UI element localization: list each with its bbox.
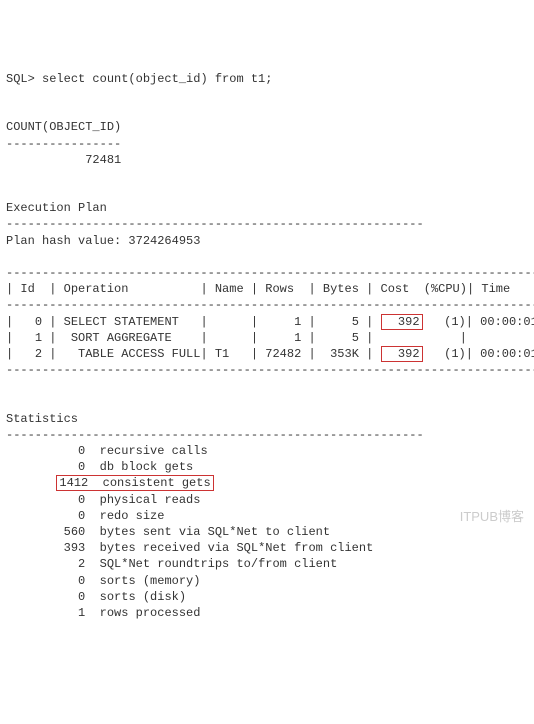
stat-value: 1 — [56, 606, 85, 620]
plan-col-cost: Cost — [381, 282, 410, 296]
stat-value: 560 — [56, 525, 85, 539]
plan-row-op: SORT AGGREGATE — [64, 331, 194, 345]
plan-row-rows: 72482 — [265, 347, 301, 361]
plan-row-cpu — [424, 331, 460, 345]
plan-row-cpu: (1) — [430, 347, 466, 361]
plan-row-cost-highlight: 392 — [381, 314, 423, 330]
stat-value: 393 — [56, 541, 85, 555]
plan-col-id: Id — [20, 282, 34, 296]
plan-title-divider: ----------------------------------------… — [6, 217, 424, 231]
stat-label: physical reads — [100, 493, 201, 507]
stat-label: db block gets — [100, 460, 194, 474]
plan-row-op: SELECT STATEMENT — [64, 315, 194, 329]
stat-value: 2 — [56, 557, 85, 571]
plan-row-id: 0 — [35, 315, 42, 329]
result-value: 72481 — [6, 153, 121, 167]
plan-col-rows: Rows — [265, 282, 294, 296]
plan-border-bottom: ----------------------------------------… — [6, 363, 534, 377]
plan-row-time — [474, 331, 532, 345]
stat-label: consistent gets — [103, 476, 211, 490]
plan-row-id: 1 — [35, 331, 42, 345]
stat-label: sorts (memory) — [100, 574, 201, 588]
stat-value: 0 — [56, 574, 85, 588]
plan-row-rows: 1 — [265, 315, 301, 329]
stat-value: 0 — [56, 493, 85, 507]
plan-row-time: 00:00:01 — [480, 347, 534, 361]
stat-highlight: 1412 consistent gets — [56, 475, 213, 491]
plan-row-cost-highlight: 392 — [381, 346, 423, 362]
plan-row-op: TABLE ACCESS FULL — [64, 347, 201, 361]
plan-row-id: 2 — [35, 347, 42, 361]
plan-col-time: Time — [481, 282, 510, 296]
stat-label: redo size — [100, 509, 165, 523]
result-divider: ---------------- — [6, 137, 121, 151]
plan-hash: Plan hash value: 3724264953 — [6, 234, 200, 248]
stat-label: SQL*Net roundtrips to/from client — [100, 557, 338, 571]
plan-col-op: Operation — [64, 282, 129, 296]
plan-row-time: 00:00:01 — [480, 315, 534, 329]
plan-row-cpu: (1) — [430, 315, 466, 329]
stats-title: Statistics — [6, 412, 78, 426]
plan-row-bytes: 5 — [323, 315, 359, 329]
plan-row-name: T1 — [215, 347, 244, 361]
plan-row-bytes: 5 — [323, 331, 359, 345]
stat-value: 0 — [56, 460, 85, 474]
stat-value: 0 — [56, 444, 85, 458]
stat-label: bytes received via SQL*Net from client — [100, 541, 374, 555]
plan-border-top: ----------------------------------------… — [6, 266, 534, 280]
plan-col-name: Name — [215, 282, 244, 296]
stat-label: sorts (disk) — [100, 590, 186, 604]
plan-col-cpu: (%CPU) — [424, 282, 467, 296]
sql-prompt: SQL> — [6, 72, 42, 86]
watermark: ITPUB博客 — [460, 508, 524, 526]
plan-title: Execution Plan — [6, 201, 107, 215]
stat-value: 0 — [56, 509, 85, 523]
stat-label: recursive calls — [100, 444, 208, 458]
result-header: COUNT(OBJECT_ID) — [6, 120, 121, 134]
stat-label: rows processed — [100, 606, 201, 620]
plan-row-bytes: 353K — [323, 347, 359, 361]
stat-label: bytes sent via SQL*Net to client — [100, 525, 330, 539]
stat-value: 0 — [56, 590, 85, 604]
stats-divider: ----------------------------------------… — [6, 428, 424, 442]
plan-row-cost — [381, 331, 417, 345]
plan-border-mid: ----------------------------------------… — [6, 298, 534, 312]
plan-row-name — [215, 331, 244, 345]
plan-col-bytes: Bytes — [323, 282, 359, 296]
plan-row-name — [215, 315, 244, 329]
stat-value: 1412 — [59, 476, 88, 490]
plan-row-rows: 1 — [265, 331, 301, 345]
sql-command: select count(object_id) from t1; — [42, 72, 272, 86]
